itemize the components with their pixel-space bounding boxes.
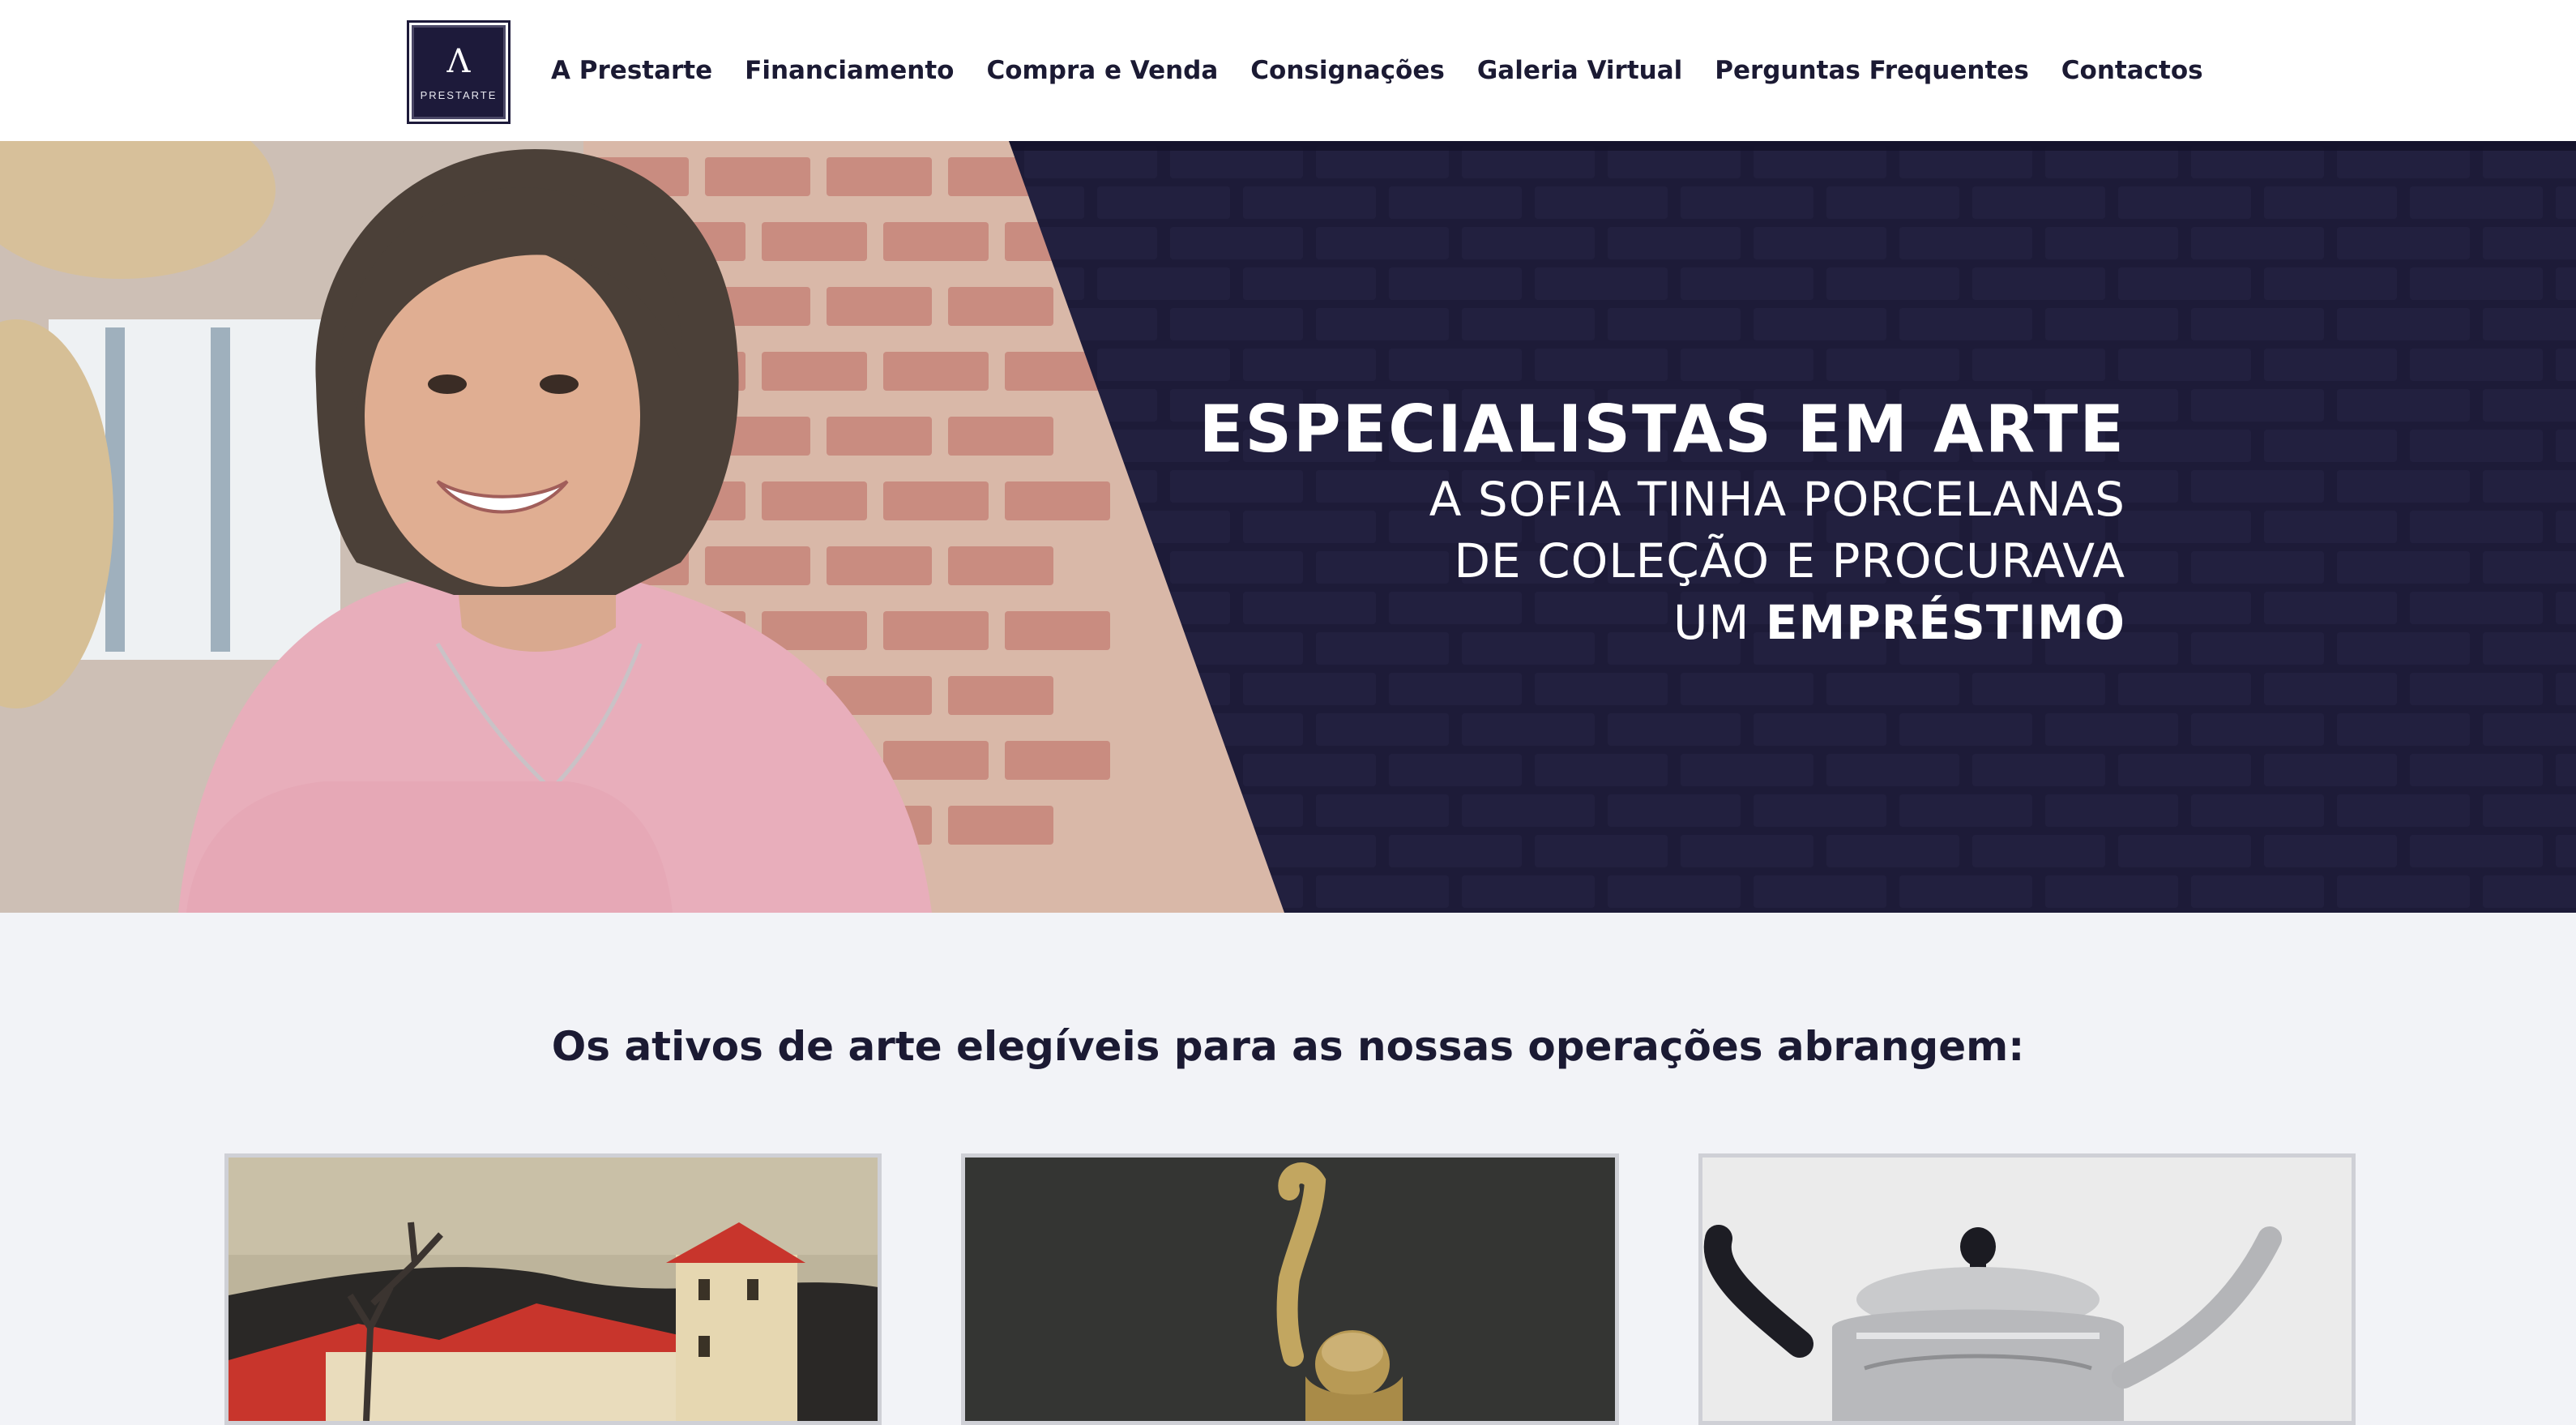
section-title: Os ativos de arte elegíveis para as noss… xyxy=(551,1023,2025,1070)
nav-item-perguntas-frequentes[interactable]: Perguntas Frequentes xyxy=(1715,56,2029,85)
hero-line-3-bold: EMPRÉSTIMO xyxy=(1765,595,2125,650)
site-header: Λ PRESTARTE A Prestarte Financiamento Co… xyxy=(0,0,2576,141)
nav-item-consignacoes[interactable]: Consignações xyxy=(1250,56,1445,85)
main-nav: A Prestarte Financiamento Compra e Venda… xyxy=(535,50,2219,91)
hero-banner: ESPECIALISTAS EM ARTE A SOFIA TINHA PORC… xyxy=(0,141,2576,913)
nav-item-financiamento[interactable]: Financiamento xyxy=(745,56,954,85)
nav-item-contactos[interactable]: Contactos xyxy=(2061,56,2203,85)
card-silverware[interactable] xyxy=(1698,1153,2356,1425)
prestarte-logo[interactable]: Λ PRESTARTE xyxy=(412,25,506,119)
hero-text: ESPECIALISTAS EM ARTE A SOFIA TINHA PORC… xyxy=(1199,391,2125,653)
logo-mark: Λ xyxy=(446,43,471,80)
hero-line-3-prefix: UM xyxy=(1672,595,1766,650)
nav-item-compra-e-venda[interactable]: Compra e Venda xyxy=(986,56,1218,85)
card-painting[interactable] xyxy=(224,1153,882,1425)
hero-line-1: A SOFIA TINHA PORCELANAS xyxy=(1429,472,2125,527)
nav-item-a-prestarte[interactable]: A Prestarte xyxy=(551,56,712,85)
hero-title: ESPECIALISTAS EM ARTE xyxy=(1198,392,2125,467)
hero-line-2: DE COLEÇÃO E PROCURAVA xyxy=(1454,533,2125,588)
sculpture-image xyxy=(965,1158,1615,1421)
asset-cards xyxy=(224,1153,2356,1425)
nav-item-galeria-virtual[interactable]: Galeria Virtual xyxy=(1477,56,1682,85)
silver-teapot-image xyxy=(1702,1158,2352,1421)
card-sculpture[interactable] xyxy=(961,1153,1619,1425)
logo-text: PRESTARTE xyxy=(420,89,498,101)
painting-image xyxy=(229,1158,878,1421)
hero-line-3: UM EMPRÉSTIMO xyxy=(1199,592,2125,653)
